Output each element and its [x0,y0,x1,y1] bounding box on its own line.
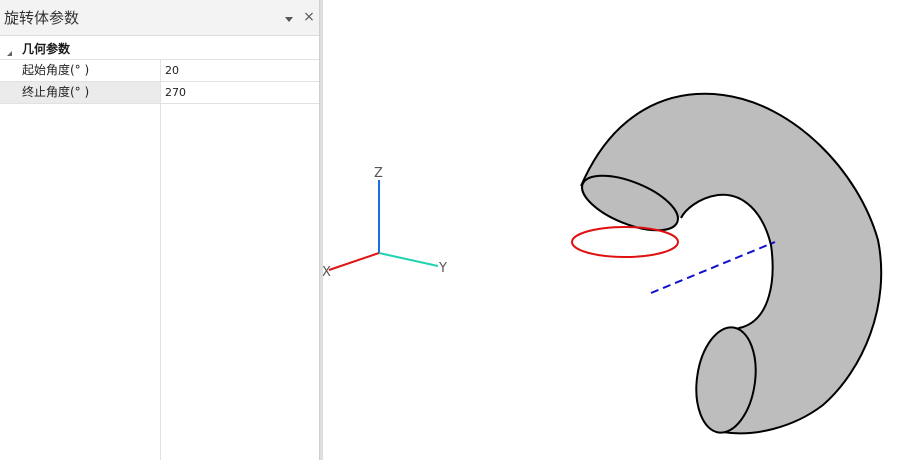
z-axis-label: Z [374,166,383,181]
revolved-solid[interactable] [575,92,883,437]
property-name-cell: 起始角度(° ) [0,60,160,81]
property-name: 起始角度(° ) [22,63,90,77]
y-axis-line [378,252,439,267]
category-row-geometry[interactable]: 几何参数 [0,38,319,60]
category-label: 几何参数 [22,42,71,56]
property-value[interactable]: 270 [165,85,186,100]
y-axis-label: Y [438,261,447,276]
x-axis-line [328,252,380,271]
triangle-down-icon[interactable] [282,11,296,25]
property-panel: 旋转体参数 × 几何参数 起始角度(° ) 20 终止角度(°) 270 [0,0,319,460]
viewport-canvas[interactable]: Z Y X [322,0,903,460]
column-divider [160,60,161,460]
axis-triad: Z Y X [322,166,447,280]
property-name: 终止角度(° ) [22,85,90,99]
application-window: 旋转体参数 × 几何参数 起始角度(° ) 20 终止角度(°) 270 Z … [0,0,903,460]
panel-header: 旋转体参数 × [0,0,319,36]
property-name-cell: 终止角度(° ) [0,82,160,103]
3d-viewport[interactable]: Z Y X [322,0,903,460]
panel-title: 旋转体参数 [4,9,80,27]
close-icon[interactable]: × [302,9,316,25]
property-grid: 几何参数 起始角度(° ) 20 终止角度(° ) 270 [0,36,319,460]
property-value[interactable]: 20 [165,63,179,78]
collapse-triangle-icon[interactable] [5,43,15,56]
x-axis-label: X [323,265,331,280]
profile-circle[interactable] [571,226,679,258]
